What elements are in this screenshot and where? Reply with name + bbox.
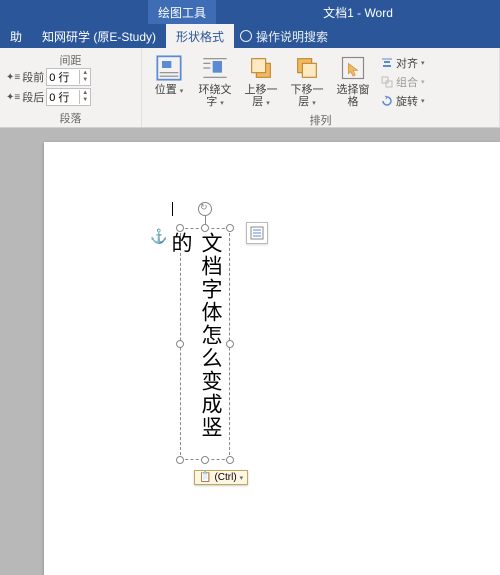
selection-label: 选择窗格: [332, 84, 374, 108]
chevron-down-icon: ▾: [240, 474, 244, 482]
page[interactable]: ⚓ 文档字体怎么变成竖的 📋 (Ctrl) ▾: [44, 142, 500, 575]
bring-forward-icon: [247, 54, 275, 82]
resize-handle[interactable]: [176, 340, 184, 348]
window-title: 文档1 - Word: [216, 4, 500, 21]
selection-pane-icon: [339, 54, 367, 82]
group-label-paragraph: 段落: [6, 108, 135, 126]
send-backward-icon: [293, 54, 321, 82]
layout-options-button[interactable]: [246, 222, 268, 244]
space-after-icon: ✦≡: [6, 92, 20, 103]
wrap-text-button[interactable]: 环绕文 字 ▾: [194, 52, 236, 110]
down-arrow-icon[interactable]: ▼: [80, 97, 90, 104]
rotate-label: 旋转: [396, 93, 418, 109]
group-icon: [381, 76, 393, 88]
group-paragraph: 间距 ✦≡ 段前 ▲▼ ✦≡ 段后 ▲▼ 段落: [0, 48, 142, 127]
anchor-icon: ⚓: [150, 228, 167, 245]
backward-label: 下移一层: [291, 84, 324, 108]
group-btn-label: 组合: [396, 74, 418, 90]
space-before-spinner[interactable]: ▲▼: [46, 68, 91, 86]
forward-label: 上移一层: [245, 84, 278, 108]
selection-pane-button[interactable]: 选择窗格: [332, 52, 374, 108]
text-box[interactable]: 文档字体怎么变成竖的: [174, 222, 236, 466]
group-label-arrange: 排列: [148, 110, 493, 128]
rotate-button[interactable]: 旋转▾: [378, 92, 428, 110]
space-before-icon: ✦≡: [6, 72, 20, 83]
wrap-label: 环绕文 字: [199, 84, 232, 108]
spacing-header: 间距: [6, 52, 135, 68]
up-arrow-icon[interactable]: ▲: [80, 70, 90, 77]
position-label: 位置: [155, 84, 177, 96]
align-button[interactable]: 对齐▾: [378, 54, 428, 72]
group-arrange: 位置 ▾ 环绕文 字 ▾ 上移一层 ▾ 下移一层 ▾: [142, 48, 500, 127]
down-arrow-icon[interactable]: ▼: [80, 77, 90, 84]
ribbon-tabs: 助 知网研学 (原E-Study) 形状格式 操作说明搜索: [0, 24, 500, 48]
space-after-label: 段后: [22, 89, 44, 105]
wrap-text-icon: [201, 54, 229, 82]
document-area: ⚓ 文档字体怎么变成竖的 📋 (Ctrl) ▾: [0, 128, 500, 575]
position-icon: [155, 54, 183, 82]
tab-shape-format[interactable]: 形状格式: [166, 24, 234, 48]
align-label: 对齐: [396, 55, 418, 71]
rotate-icon: [381, 95, 393, 107]
send-backward-button[interactable]: 下移一层 ▾: [286, 52, 328, 110]
resize-handle[interactable]: [226, 456, 234, 464]
resize-handle[interactable]: [201, 456, 209, 464]
ribbon: 间距 ✦≡ 段前 ▲▼ ✦≡ 段后 ▲▼ 段落: [0, 48, 500, 128]
context-tab-area: 绘图工具: [148, 0, 216, 24]
space-before-input[interactable]: [47, 71, 79, 83]
paste-options-tag[interactable]: 📋 (Ctrl) ▾: [194, 470, 248, 485]
tab-estudy[interactable]: 知网研学 (原E-Study): [32, 24, 166, 48]
align-icon: [381, 57, 393, 69]
space-before-label: 段前: [22, 69, 44, 85]
resize-handle[interactable]: [176, 456, 184, 464]
bring-forward-button[interactable]: 上移一层 ▾: [240, 52, 282, 110]
text-cursor: [172, 202, 173, 216]
drawing-tools-tab[interactable]: 绘图工具: [148, 0, 216, 24]
up-arrow-icon[interactable]: ▲: [80, 90, 90, 97]
position-button[interactable]: 位置 ▾: [148, 52, 190, 98]
resize-handle[interactable]: [201, 224, 209, 232]
rotate-connector: [205, 216, 206, 224]
bulb-icon: [240, 30, 252, 42]
resize-handle[interactable]: [176, 224, 184, 232]
title-bar: 绘图工具 文档1 - Word: [0, 0, 500, 24]
resize-handle[interactable]: [226, 224, 234, 232]
rotate-handle[interactable]: [198, 202, 212, 216]
resize-handle[interactable]: [226, 340, 234, 348]
paste-tag-label: (Ctrl): [214, 472, 236, 483]
text-box-content[interactable]: 文档字体怎么变成竖的: [184, 232, 226, 456]
space-after-spinner[interactable]: ▲▼: [46, 88, 91, 106]
layout-options-icon: [250, 226, 264, 240]
tell-me-label: 操作说明搜索: [256, 28, 328, 45]
tab-help[interactable]: 助: [0, 24, 32, 48]
group-button[interactable]: 组合▾: [378, 73, 428, 91]
tell-me[interactable]: 操作说明搜索: [240, 28, 328, 45]
space-after-input[interactable]: [47, 91, 79, 103]
clipboard-icon: 📋: [199, 472, 211, 483]
